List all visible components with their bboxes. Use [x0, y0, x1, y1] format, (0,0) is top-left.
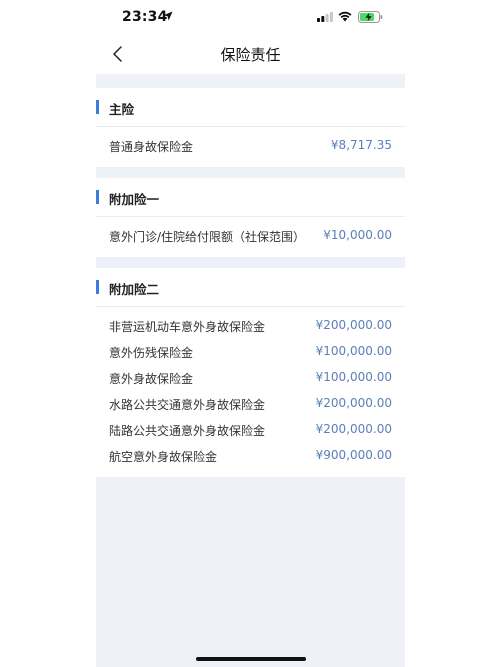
- section-body: 普通身故保险金 ¥8,717.35: [96, 127, 405, 167]
- coverage-label: 非营运机动车意外身故保险金: [109, 320, 266, 334]
- coverage-amount: ¥8,717.35: [330, 138, 392, 152]
- battery-charging-icon: [358, 11, 383, 23]
- coverage-label: 航空意外身故保险金: [109, 450, 218, 464]
- section-body: 意外门诊/住院给付限额（社保范围） ¥10,000.00: [96, 217, 405, 257]
- coverage-amount: ¥100,000.00: [315, 370, 392, 384]
- wifi-icon: [338, 11, 352, 22]
- coverage-row: 普通身故保险金 ¥8,717.35: [96, 133, 405, 159]
- coverage-row: 意外伤残保险金 ¥100,000.00: [96, 339, 405, 365]
- section-title: 附加险一: [109, 192, 160, 207]
- coverage-label: 水路公共交通意外身故保险金: [109, 398, 266, 412]
- spacer: [96, 257, 405, 268]
- section-header: 主险: [96, 88, 405, 127]
- coverage-row: 意外身故保险金 ¥100,000.00: [96, 365, 405, 391]
- section-accent-bar: [96, 280, 99, 294]
- coverage-list: 主险 普通身故保险金 ¥8,717.35 附加险一 意外门诊/住院给付限额（社保…: [96, 74, 405, 667]
- section-rider-one: 附加险一 意外门诊/住院给付限额（社保范围） ¥10,000.00: [96, 178, 405, 257]
- section-header: 附加险一: [96, 178, 405, 217]
- spacer: [96, 74, 405, 88]
- cellular-signal-icon: [317, 12, 333, 22]
- section-rider-two: 附加险二 非营运机动车意外身故保险金 ¥200,000.00 意外伤残保险金 ¥…: [96, 268, 405, 477]
- coverage-row: 陆路公共交通意外身故保险金 ¥200,000.00: [96, 417, 405, 443]
- coverage-amount: ¥100,000.00: [315, 344, 392, 358]
- coverage-amount: ¥200,000.00: [315, 396, 392, 410]
- section-title: 附加险二: [109, 282, 160, 297]
- spacer: [96, 167, 405, 178]
- home-indicator[interactable]: [196, 657, 306, 661]
- coverage-amount: ¥200,000.00: [315, 318, 392, 332]
- coverage-label: 陆路公共交通意外身故保险金: [109, 424, 266, 438]
- coverage-row: 水路公共交通意外身故保险金 ¥200,000.00: [96, 391, 405, 417]
- section-header: 附加险二: [96, 268, 405, 307]
- coverage-label: 普通身故保险金: [109, 140, 194, 154]
- coverage-amount: ¥900,000.00: [315, 448, 392, 462]
- status-bar: 23:34: [96, 0, 405, 36]
- coverage-amount: ¥10,000.00: [323, 228, 392, 242]
- nav-bar: 保险责任: [96, 36, 405, 74]
- section-accent-bar: [96, 190, 99, 204]
- location-arrow-icon: [163, 11, 173, 21]
- coverage-label: 意外身故保险金: [109, 372, 194, 386]
- section-body: 非营运机动车意外身故保险金 ¥200,000.00 意外伤残保险金 ¥100,0…: [96, 307, 405, 477]
- status-time: 23:34: [122, 9, 168, 25]
- section-title: 主险: [109, 102, 135, 117]
- coverage-label: 意外门诊/住院给付限额（社保范围）: [109, 230, 306, 244]
- coverage-row: 非营运机动车意外身故保险金 ¥200,000.00: [96, 313, 405, 339]
- section-accent-bar: [96, 100, 99, 114]
- coverage-row: 意外门诊/住院给付限额（社保范围） ¥10,000.00: [96, 223, 405, 249]
- coverage-amount: ¥200,000.00: [315, 422, 392, 436]
- page-title: 保险责任: [220, 46, 281, 64]
- coverage-label: 意外伤残保险金: [109, 346, 194, 360]
- app-screen: 23:34 保险责任 主险 普通身故保险金 ¥8,717.35 附加险一 意外门…: [96, 0, 405, 667]
- coverage-row: 航空意外身故保险金 ¥900,000.00: [96, 443, 405, 469]
- section-main-insurance: 主险 普通身故保险金 ¥8,717.35: [96, 88, 405, 167]
